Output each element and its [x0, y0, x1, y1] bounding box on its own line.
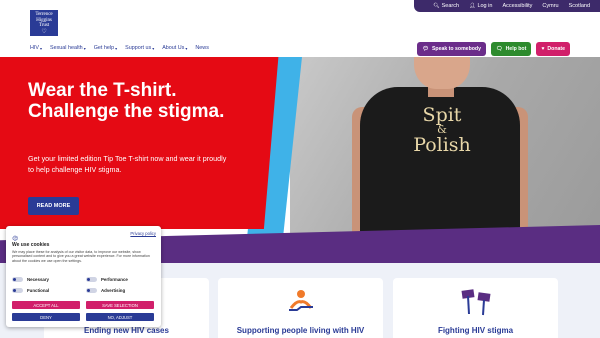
donate-button[interactable]: ♥ Donate: [536, 42, 570, 56]
chevron-down-icon: ▾: [185, 45, 188, 51]
toggle-label: Performance: [101, 277, 128, 282]
nav-label: Sexual health: [50, 45, 83, 51]
protest-signs-icon: [460, 288, 492, 321]
cookie-consent-panel: Privacy policy 🍪︎ We use cookies We may …: [6, 226, 161, 327]
chevron-down-icon: ▾: [152, 45, 155, 51]
chat-bubble-icon: 💬︎: [422, 46, 429, 52]
toggle-switch[interactable]: [86, 288, 97, 293]
hero-title: Wear the T-shirt. Challenge the stigma.: [28, 80, 225, 122]
help-bot-label: Help bot: [505, 46, 527, 52]
card-supporting-people[interactable]: Supporting people living with HIV: [218, 278, 383, 338]
toggle-switch[interactable]: [12, 288, 23, 293]
nav-item-support-us[interactable]: Support us ▾: [125, 45, 154, 51]
search-icon: 🔍︎: [433, 3, 440, 9]
login-link[interactable]: 👤︎ Log in: [469, 3, 492, 9]
tshirt-print: Spit & Polish: [392, 105, 492, 155]
chevron-down-icon: ▾: [40, 45, 43, 51]
nav-label: HIV: [30, 45, 39, 51]
user-icon: 👤︎: [469, 3, 476, 9]
nav-label: Get help: [93, 45, 115, 51]
nav-item-get-help[interactable]: Get help ▾: [94, 45, 117, 51]
head: [414, 57, 470, 89]
accept-all-button[interactable]: ACCEPT ALL: [12, 301, 80, 309]
cymru-link[interactable]: Cymru: [542, 3, 558, 9]
nav-item-hiv[interactable]: HIV ▾: [30, 45, 42, 51]
nav-label: News: [195, 45, 209, 51]
nav-label: Support us: [125, 45, 152, 51]
site-logo[interactable]: Terrence Higgins Trust ♡: [30, 10, 58, 36]
main-nav: HIV ▾ Sexual health ▾ Get help ▾ Support us…: [30, 45, 209, 51]
header-actions: 💬︎ Speak to somebody 🗨︎ Help bot ♥ Donat…: [417, 42, 570, 56]
card-title: Fighting HIV stigma: [437, 326, 514, 335]
tshirt-line-1: Spit: [422, 104, 462, 126]
deny-button[interactable]: DENY: [12, 313, 80, 321]
accessibility-label: Accessibility: [502, 3, 533, 9]
nav-label: About Us: [162, 45, 185, 51]
accessibility-link[interactable]: Accessibility: [502, 3, 532, 9]
chevron-down-icon: ▾: [115, 45, 118, 51]
read-more-button[interactable]: READ MORE: [28, 197, 79, 215]
toggle-label: Advertising: [101, 288, 126, 293]
tshirt-line-2: Polish: [413, 134, 471, 156]
scotland-link[interactable]: Scotland: [569, 3, 590, 9]
chat-icon: 🗨︎: [495, 46, 503, 52]
save-selection-button[interactable]: SAVE SELECTION: [86, 301, 154, 309]
toggle-performance[interactable]: Performance: [86, 277, 128, 282]
nav-item-about-us[interactable]: About Us ▾: [162, 45, 187, 51]
card-fighting-hiv-stigma[interactable]: Fighting HIV stigma: [393, 278, 558, 338]
speak-label: Speak to somebody: [431, 46, 481, 52]
toggle-switch[interactable]: [12, 277, 23, 282]
heart-icon: ♡: [41, 28, 47, 35]
privacy-policy-link[interactable]: Privacy policy: [130, 231, 156, 236]
speak-to-somebody-button[interactable]: 💬︎ Speak to somebody: [417, 42, 486, 56]
search-label: Search: [441, 3, 460, 9]
login-label: Log in: [477, 3, 493, 9]
hero-text: Get your limited edition Tip Toe T-shirt…: [28, 154, 227, 174]
no-adjust-button[interactable]: NO, ADJUST: [86, 313, 154, 321]
cymru-label: Cymru: [542, 3, 559, 9]
search-link[interactable]: 🔍︎ Search: [433, 3, 459, 9]
scotland-label: Scotland: [568, 3, 590, 9]
page: 🔍︎ Search 👤︎ Log in Accessibility Cymru …: [0, 0, 600, 338]
toggle-necessary[interactable]: Necessary: [12, 277, 49, 282]
cookie-title: We use cookies: [12, 242, 50, 248]
utility-bar: 🔍︎ Search 👤︎ Log in Accessibility Cymru …: [414, 0, 600, 12]
helping-hand-icon: [287, 288, 315, 319]
heart-icon: ♥: [541, 46, 545, 52]
card-title: Ending new HIV cases: [84, 326, 169, 335]
toggle-functional[interactable]: Functional: [12, 288, 49, 293]
help-bot-button[interactable]: 🗨︎ Help bot: [490, 42, 532, 56]
nav-item-news[interactable]: News: [195, 45, 208, 51]
nav-item-sexual-health[interactable]: Sexual health ▾: [50, 45, 86, 51]
toggle-label: Necessary: [27, 277, 49, 282]
card-title: Supporting people living with HIV: [236, 326, 365, 335]
donate-label: Donate: [547, 46, 565, 52]
toggle-switch[interactable]: [86, 277, 97, 282]
toggle-advertising[interactable]: Advertising: [86, 288, 125, 293]
toggle-label: Functional: [27, 288, 50, 293]
chevron-down-icon: ▾: [83, 45, 86, 51]
cookie-description: We may place these for analysis of our v…: [12, 250, 150, 263]
